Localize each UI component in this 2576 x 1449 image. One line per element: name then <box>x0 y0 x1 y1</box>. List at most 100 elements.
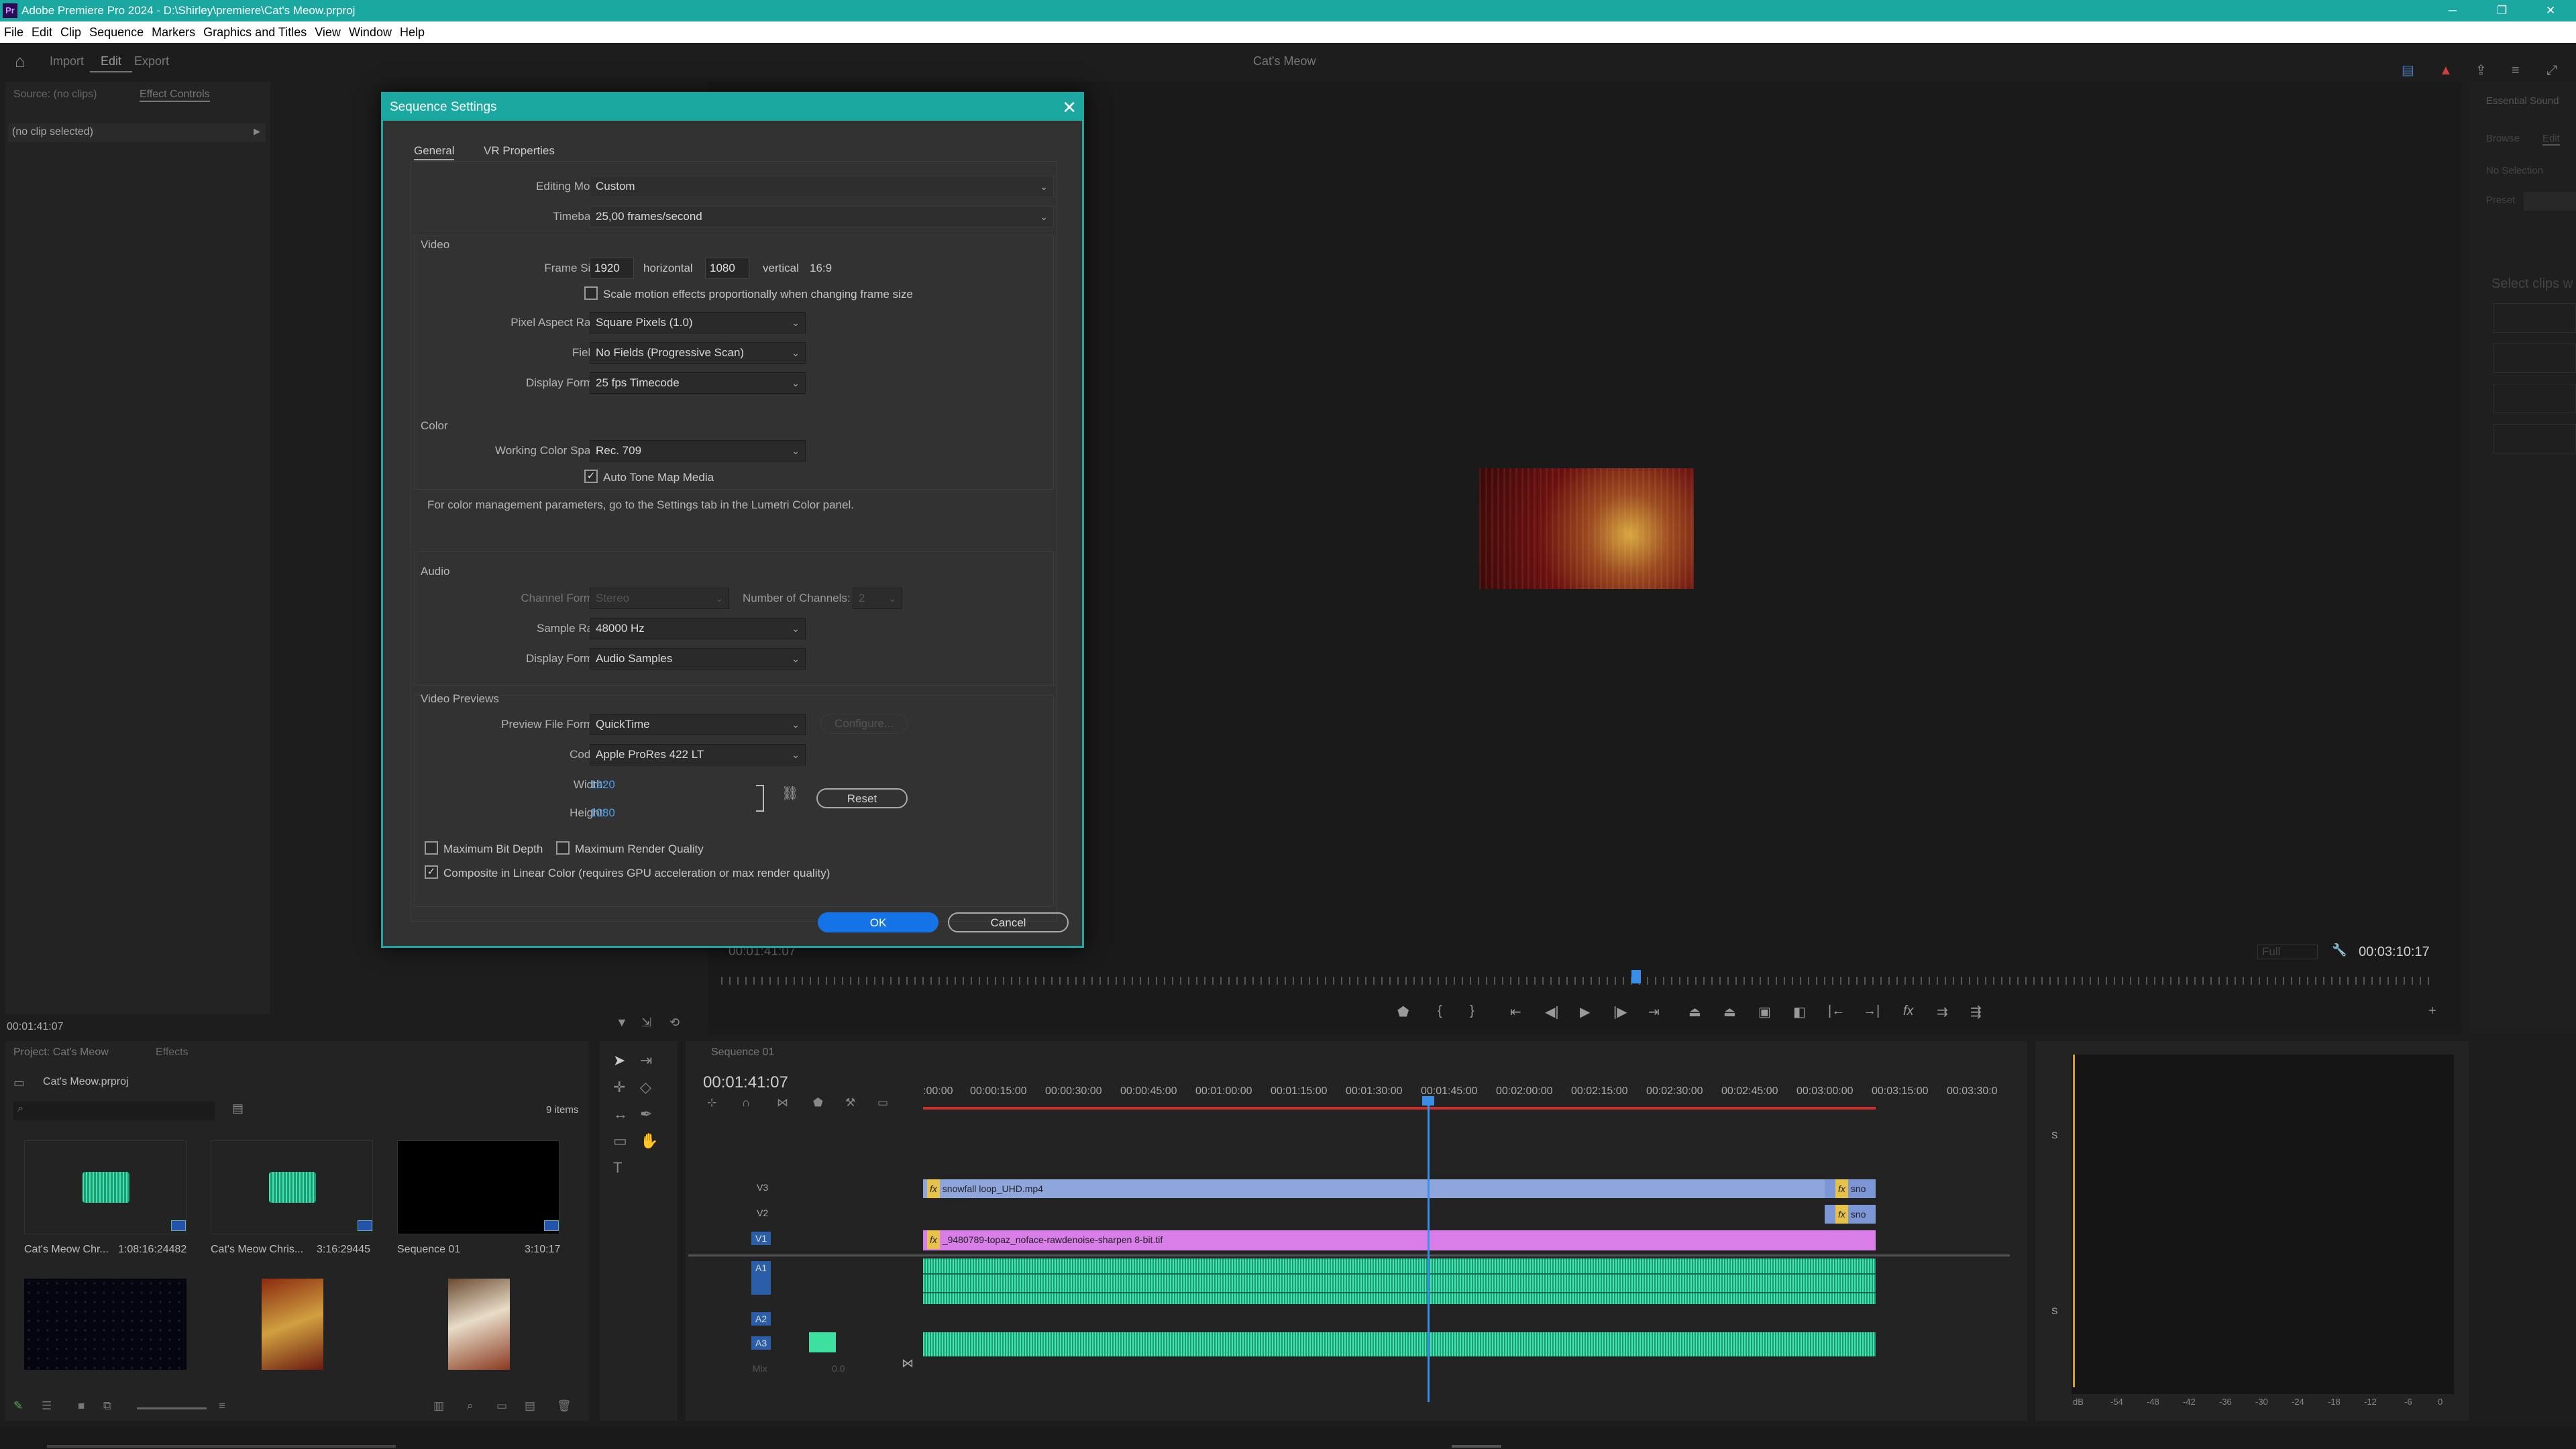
clip-v3[interactable]: fx snowfall loop_UHD.mp4 <box>923 1179 1825 1198</box>
new-bin-footer-icon[interactable]: ▭ <box>496 1399 507 1413</box>
par-select[interactable]: Square Pixels (1.0) ⌄ <box>590 312 806 333</box>
track-a3-label[interactable]: A3 <box>751 1336 771 1350</box>
add-marker-icon[interactable]: ⬟ <box>1397 1004 1409 1020</box>
frame-height-input[interactable]: 1080 <box>705 258 749 279</box>
mix-end-icon[interactable]: ⋈ <box>902 1356 914 1371</box>
menu-edit[interactable]: Edit <box>28 21 56 43</box>
clip-v3-end[interactable]: fx sno <box>1825 1179 1876 1198</box>
width-value[interactable]: 1920 <box>590 778 615 792</box>
track-a2-label[interactable]: A2 <box>751 1312 771 1326</box>
pencil-icon[interactable]: ✎ <box>13 1399 23 1413</box>
menu-markers[interactable]: Markers <box>148 21 199 43</box>
bin-item-6-thumb[interactable] <box>448 1279 510 1370</box>
settings-wrench-icon[interactable]: ⚒ <box>845 1096 855 1110</box>
wcs-select[interactable]: Rec. 709 ⌄ <box>590 440 806 462</box>
bin-item-4-thumb[interactable] <box>24 1279 186 1370</box>
pen-tool-icon[interactable]: ✒ <box>640 1106 652 1123</box>
bin-item-1-thumb[interactable] <box>24 1140 186 1234</box>
track-v1-label[interactable]: V1 <box>751 1232 771 1245</box>
track-a1-label[interactable]: A1 <box>751 1261 771 1295</box>
sound-type-button-2[interactable] <box>2493 343 2576 373</box>
mix-value[interactable]: 0.0 <box>832 1363 845 1374</box>
configure-button[interactable]: Configure... <box>820 714 908 734</box>
expand-arrow-icon[interactable]: ▶ <box>254 126 260 137</box>
display-format-select[interactable]: 25 fps Timecode ⌄ <box>590 372 806 394</box>
go-to-out-icon[interactable]: ⇥ <box>1648 1004 1660 1020</box>
reset-button[interactable]: Reset <box>816 788 908 808</box>
razor-tool-icon[interactable]: ◇ <box>640 1079 651 1096</box>
status-scroll-track[interactable] <box>47 1445 396 1448</box>
play-icon[interactable]: ▶ <box>1580 1004 1590 1020</box>
step-back-icon[interactable]: ◀| <box>1545 1004 1559 1020</box>
status-scroll-thumb[interactable] <box>1452 1445 1501 1448</box>
menu-clip[interactable]: Clip <box>56 21 85 43</box>
list-view-icon[interactable]: ☰ <box>42 1399 52 1413</box>
menu-graphics[interactable]: Graphics and Titles <box>199 21 311 43</box>
compare-icon[interactable]: ◧ <box>1793 1004 1806 1020</box>
menu-file[interactable]: File <box>0 21 28 43</box>
new-bin-icon[interactable]: ▤ <box>232 1102 244 1116</box>
project-search-input[interactable]: ⌕ <box>13 1102 215 1120</box>
export-frame-icon[interactable]: ⇲ <box>641 1016 651 1030</box>
auto-tone-checkbox[interactable]: ✓ <box>584 470 598 483</box>
clip-v2-end[interactable]: fx sno <box>1825 1205 1876 1224</box>
clip-a3[interactable] <box>923 1332 1876 1356</box>
tab-edit[interactable]: Edit <box>2542 133 2560 146</box>
solo-indicator[interactable] <box>809 1332 836 1352</box>
tab-general[interactable]: General <box>414 144 455 160</box>
sample-rate-select[interactable]: 48000 Hz ⌄ <box>590 618 806 639</box>
menu-view[interactable]: View <box>311 21 345 43</box>
marker-icon[interactable]: ⬟ <box>813 1096 823 1110</box>
bin-item-5-thumb[interactable] <box>262 1279 323 1370</box>
freeform-view-icon[interactable]: ⧉ <box>103 1399 111 1413</box>
editing-mode-select[interactable]: Custom ⌄ <box>590 176 1054 197</box>
frame-width-input[interactable]: 1920 <box>590 258 634 279</box>
bin-item-2-thumb[interactable] <box>211 1140 373 1234</box>
tab-browse[interactable]: Browse <box>2486 133 2520 144</box>
timeline-playhead[interactable] <box>1428 1097 1430 1402</box>
snap-icon[interactable]: ∩ <box>742 1096 750 1110</box>
camera-icon[interactable]: ▣ <box>1758 1004 1771 1020</box>
find-icon[interactable]: ⌕ <box>467 1399 474 1413</box>
program-playhead-icon[interactable] <box>1631 970 1641 983</box>
step-forward-icon[interactable]: |▶ <box>1613 1004 1627 1020</box>
wrench-icon[interactable]: 🔧 <box>2332 943 2347 957</box>
minimize-icon[interactable]: ─ <box>2449 0 2457 21</box>
track-v2-label[interactable]: V2 <box>757 1208 768 1218</box>
automate-icon[interactable]: ▥ <box>433 1399 444 1413</box>
overwrite-icon[interactable]: ⇶ <box>1970 1004 1982 1020</box>
sound-type-button-4[interactable] <box>2493 424 2576 453</box>
height-value[interactable]: 1080 <box>590 806 615 820</box>
restore-icon[interactable]: ❐ <box>2497 0 2507 21</box>
menu-help[interactable]: Help <box>396 21 429 43</box>
channel-format-select[interactable]: Stereo ⌄ <box>590 588 729 609</box>
trim-in-icon[interactable]: |← <box>1828 1004 1845 1019</box>
num-channels-select[interactable]: 2 ⌄ <box>853 588 902 609</box>
tab-effect-controls[interactable]: Effect Controls <box>140 89 210 102</box>
extract-icon[interactable]: ⏏ <box>1723 1004 1736 1020</box>
fields-select[interactable]: No Fields (Progressive Scan) ⌄ <box>590 342 806 364</box>
insert-icon[interactable]: ⇉ <box>1937 1004 1948 1020</box>
preset-dropdown[interactable] <box>2524 192 2576 211</box>
tab-sequence[interactable]: Sequence 01 <box>711 1046 774 1059</box>
link-chain-icon[interactable]: ⛓ <box>782 785 798 802</box>
mark-out-icon[interactable]: } <box>1470 1004 1474 1019</box>
zoom-slider[interactable] <box>137 1407 207 1409</box>
track-divider[interactable] <box>688 1254 2010 1256</box>
timeline-timecode[interactable]: 00:01:41:07 <box>703 1073 788 1092</box>
linked-icon[interactable]: ⋈ <box>777 1096 788 1110</box>
bin-item-3-thumb[interactable] <box>397 1140 559 1234</box>
sound-type-button-1[interactable] <box>2493 303 2576 333</box>
max-bit-depth-checkbox[interactable] <box>425 841 438 855</box>
icon-view-icon[interactable]: ■ <box>78 1399 85 1413</box>
slip-tool-icon[interactable]: ↔ <box>613 1106 628 1123</box>
delete-icon[interactable]: 🗑 <box>557 1399 572 1413</box>
preview-format-select[interactable]: QuickTime ⌄ <box>590 714 806 735</box>
dialog-close-icon[interactable]: ✕ <box>1062 94 1077 121</box>
program-fit-dropdown[interactable]: Full <box>2257 945 2318 959</box>
clip-a1[interactable] <box>923 1258 1876 1304</box>
sound-type-button-3[interactable] <box>2493 384 2576 413</box>
loop-icon[interactable]: ⟲ <box>669 1016 680 1030</box>
add-button-icon[interactable]: + <box>2428 1004 2436 1019</box>
meter-s2-icon[interactable]: S <box>2051 1305 2057 1316</box>
